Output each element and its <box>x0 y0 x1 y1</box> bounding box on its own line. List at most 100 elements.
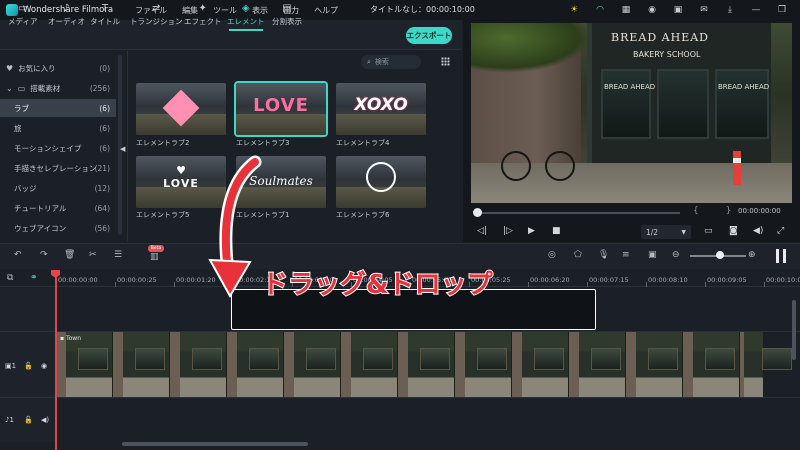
clip-frame <box>683 332 740 397</box>
audio-meter-icon[interactable]: ▥ <box>150 252 159 262</box>
save-icon[interactable]: ▣ <box>672 5 684 15</box>
xoxo-sticker: XOXO <box>336 95 426 115</box>
ruler-time-label: 00:00:06:20 <box>530 276 570 284</box>
tab-effects[interactable]: ✦ エフェクト <box>184 2 222 28</box>
zoom-out-icon[interactable]: ⊖ <box>672 250 680 260</box>
volume-icon[interactable]: ◀) <box>753 226 763 236</box>
tab-transitions[interactable]: ⇄ トランジション <box>130 2 183 28</box>
render-icon[interactable]: ◎ <box>548 250 556 260</box>
sidebar-item-travel[interactable]: 旅 (6) <box>0 119 116 137</box>
soulmates-sticker: Soulmates <box>236 174 326 188</box>
search-input[interactable]: ⌕ 検索 <box>361 55 421 69</box>
undo-icon[interactable]: ↶ <box>14 250 22 260</box>
element-thumb[interactable] <box>136 83 226 135</box>
timeline-vertical-scrollbar[interactable] <box>792 300 796 360</box>
marker-icon[interactable]: ⬠ <box>574 250 582 260</box>
tab-titles-label: タイトル <box>90 17 120 26</box>
link-icon[interactable]: ⚭ <box>30 273 38 283</box>
lock-icon[interactable]: 🔓 <box>24 362 33 370</box>
sidebar-item-builtin[interactable]: ⌄ ▭ 搭載素材 (256) <box>0 79 116 97</box>
bike-wheel <box>545 151 575 181</box>
scrubber-handle[interactable] <box>473 208 482 217</box>
tab-audio[interactable]: ♪ オーディオ <box>48 2 85 28</box>
ruler-time-label: 00:00:00:25 <box>117 276 157 284</box>
stop-icon[interactable]: ■ <box>552 226 561 236</box>
gift-icon[interactable]: ▦ <box>620 5 632 15</box>
cut-icon[interactable]: ✂ <box>89 250 97 260</box>
sidebar-item-favorites[interactable]: ♥ お気に入り (0) <box>0 59 116 77</box>
preview-scrubber[interactable] <box>476 212 680 214</box>
previous-frame-icon[interactable]: ◁| <box>477 226 487 236</box>
pause-icon[interactable] <box>776 249 786 263</box>
subtitle-icon[interactable]: ▣ <box>648 250 657 260</box>
zoom-in-icon[interactable]: ⊕ <box>748 250 756 260</box>
preview-quality-select[interactable]: 1/2 ▼ <box>641 225 691 239</box>
minimize-icon[interactable]: — <box>750 5 762 15</box>
zoom-slider-handle[interactable] <box>716 251 724 259</box>
sidebar-item-love[interactable]: ラブ (6) <box>0 99 116 117</box>
fullscreen-icon[interactable]: ⤢ <box>777 226 784 236</box>
collapse-arrow-icon[interactable]: ◀ <box>120 145 125 153</box>
redo-icon[interactable]: ↷ <box>40 250 48 260</box>
export-button[interactable]: エクスポート <box>406 27 452 44</box>
sidebar-item-count: (6) <box>99 103 110 113</box>
beta-badge: Beta <box>148 245 164 252</box>
step-forward-icon[interactable]: |▷ <box>503 226 513 236</box>
sidebar-item-label: チュートリアル <box>14 203 67 213</box>
sidebar-item-label: バッジ <box>14 183 37 193</box>
clip-frame <box>113 332 170 397</box>
play-icon[interactable]: ▶ <box>528 226 535 236</box>
swan-icon: ♥ <box>176 164 186 177</box>
sidebar-item-tutorial[interactable]: チュートリアル (64) <box>0 199 116 217</box>
tab-split-screen[interactable]: ▤ 分割表示 <box>272 2 302 28</box>
speaker-icon[interactable]: ◀) <box>41 416 49 424</box>
shop-sign-main: BREAD AHEAD <box>611 31 709 44</box>
eye-icon[interactable]: ◉ <box>41 362 47 370</box>
snapshot-icon[interactable]: ◙ <box>729 226 738 236</box>
ruler-tick <box>764 282 765 287</box>
tab-titles[interactable]: T タイトル <box>90 2 120 28</box>
transition-icon: ⇄ <box>152 3 161 14</box>
heart-icon: ♥ <box>6 63 14 73</box>
download-icon[interactable]: ⤓ <box>724 5 736 15</box>
microphone-icon[interactable]: 🎙 <box>598 250 609 260</box>
menu-help[interactable]: ヘルプ <box>314 5 338 16</box>
element-thumb[interactable]: XOXO <box>336 83 426 135</box>
chevron-down-icon[interactable]: ⌄ <box>6 84 13 93</box>
mark-in-out-icons[interactable]: { } <box>693 206 743 216</box>
element-thumb[interactable] <box>336 156 426 208</box>
ruler-tick <box>705 282 706 287</box>
headphones-icon[interactable]: ◠ <box>594 5 606 15</box>
shop-window <box>601 69 651 139</box>
sidebar-item-count: (6) <box>99 123 110 133</box>
window-sign: BREAD AHEAD <box>718 83 770 91</box>
element-icon: ◈ <box>241 3 250 14</box>
playhead[interactable] <box>55 270 57 450</box>
add-track-icon[interactable]: ⧉ <box>7 273 13 283</box>
tab-elements[interactable]: ◈ エレメント <box>227 2 265 31</box>
text-icon: T <box>101 3 109 14</box>
adjust-icon[interactable]: ☰ <box>114 250 122 260</box>
delete-icon[interactable]: 🗑 <box>64 250 75 260</box>
lock-icon[interactable]: 🔓 <box>24 416 33 424</box>
clip-frame <box>398 332 455 397</box>
sun-icon[interactable]: ☀ <box>568 5 580 15</box>
preview-video: BREAD AHEAD BAKERY SCHOOL BREAD AHEAD BR… <box>471 23 792 203</box>
tab-media[interactable]: ▭ メディア <box>8 2 37 28</box>
restore-icon[interactable]: ❐ <box>776 5 788 15</box>
timeline-horizontal-scrollbar[interactable] <box>122 442 308 446</box>
clip-frame <box>227 332 284 397</box>
account-icon[interactable]: ◉ <box>646 5 658 15</box>
element-thumb[interactable]: LOVE <box>234 81 328 137</box>
grid-view-icon[interactable] <box>441 57 450 66</box>
voiceover-icon[interactable]: ≡ <box>622 250 630 260</box>
track-divider <box>0 397 800 398</box>
sidebar-item-badge[interactable]: バッジ (12) <box>0 179 116 197</box>
shop-window <box>715 69 769 139</box>
monitor-icon[interactable]: ▭ <box>704 226 713 236</box>
mail-icon[interactable]: ✉ <box>698 5 710 15</box>
sidebar-item-web-icons[interactable]: ウェブアイコン (56) <box>0 219 116 237</box>
sidebar-item-motion-shape[interactable]: モーションシェイプ (6) <box>0 139 116 157</box>
sidebar-item-label: ウェブアイコン <box>14 223 67 233</box>
sidebar-item-hand-drawn[interactable]: 手描きセレブレーション (21) <box>0 159 116 177</box>
